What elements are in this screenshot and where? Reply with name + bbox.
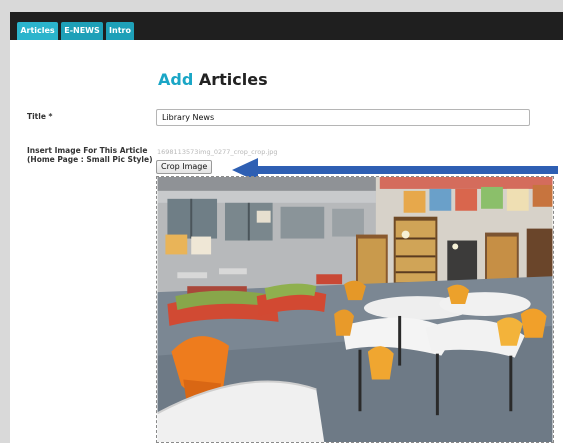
image-filename: 1698113573img_0277_crop_crop.jpg: [157, 148, 278, 156]
tab-intro[interactable]: Intro: [106, 22, 134, 40]
image-label-line2: (Home Page : Small Pic Style): [27, 155, 153, 164]
image-label: Insert Image For This Article (Home Page…: [27, 146, 162, 164]
title-label: Title *: [27, 112, 53, 121]
page-title-accent: Add: [158, 70, 194, 89]
title-input[interactable]: [156, 109, 530, 126]
library-photo: [156, 176, 554, 443]
admin-window: Articles E-NEWS Intro Add Articles Title…: [10, 12, 563, 443]
tab-e-news[interactable]: E-NEWS: [61, 22, 103, 40]
tab-bar: Articles E-NEWS Intro: [10, 12, 563, 40]
tab-articles[interactable]: Articles: [17, 22, 58, 40]
page-title-rest: Articles: [193, 70, 268, 89]
crop-image-button[interactable]: Crop Image: [156, 160, 213, 174]
page-title: Add Articles: [158, 70, 268, 89]
image-label-line1: Insert Image For This Article: [27, 146, 148, 155]
